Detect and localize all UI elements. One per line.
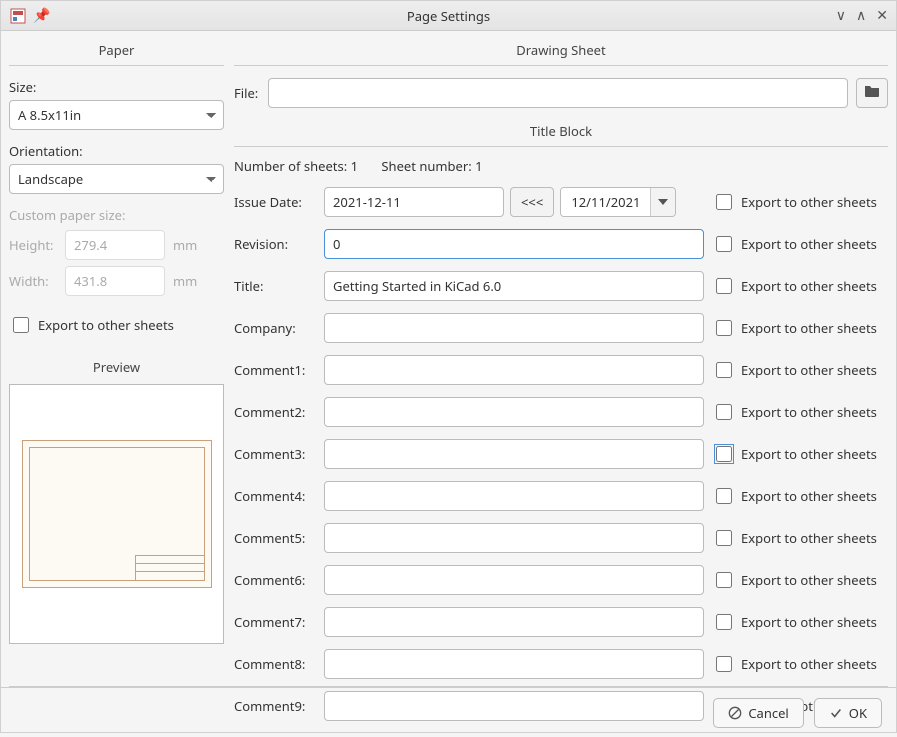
company-export-checkbox[interactable] — [716, 320, 732, 336]
comment2-export-checkbox[interactable] — [716, 404, 732, 420]
titlebar: 📌 Page Settings ∨ ∧ ✕ — [1, 1, 896, 31]
comment9-input[interactable] — [324, 691, 704, 721]
comment4-export-checkbox[interactable] — [716, 488, 732, 504]
paper-header: Paper — [9, 37, 224, 66]
width-input — [65, 266, 165, 296]
revision-input[interactable] — [324, 229, 704, 259]
ok-button[interactable]: OK — [814, 698, 882, 728]
comment2-input[interactable] — [324, 397, 704, 427]
comment1-export-checkbox[interactable] — [716, 362, 732, 378]
comment8-input[interactable] — [324, 649, 704, 679]
comment9-label: Comment9: — [234, 697, 316, 715]
title-input[interactable] — [324, 271, 704, 301]
preview-header: Preview — [9, 358, 224, 376]
height-unit: mm — [173, 236, 201, 254]
date-picker-value: 12/11/2021 — [561, 188, 651, 216]
width-label: Width: — [9, 272, 57, 290]
export-label: Export to other sheets — [741, 319, 877, 337]
comment6-export-checkbox[interactable] — [716, 572, 732, 588]
size-label: Size: — [9, 78, 224, 96]
comment2-label: Comment2: — [234, 403, 316, 421]
company-input[interactable] — [324, 313, 704, 343]
comment7-export-checkbox[interactable] — [716, 614, 732, 630]
title-export-checkbox[interactable] — [716, 278, 732, 294]
comment1-input[interactable] — [324, 355, 704, 385]
issue-date-input[interactable] — [324, 187, 504, 217]
title-block-header: Title Block — [234, 118, 888, 147]
comment4-input[interactable] — [324, 481, 704, 511]
height-label: Height: — [9, 236, 57, 254]
comment3-input[interactable] — [324, 439, 704, 469]
cancel-icon — [728, 706, 742, 720]
export-label: Export to other sheets — [741, 403, 877, 421]
preview-sheet — [22, 440, 212, 588]
title-label: Title: — [234, 277, 316, 295]
chevron-down-icon[interactable] — [651, 188, 675, 216]
height-input — [65, 230, 165, 260]
export-label: Export to other sheets — [741, 235, 877, 253]
check-icon — [829, 706, 843, 720]
comment1-label: Comment1: — [234, 361, 316, 379]
comment5-label: Comment5: — [234, 529, 316, 547]
file-input[interactable] — [268, 78, 848, 108]
drawing-sheet-header: Drawing Sheet — [234, 37, 888, 66]
folder-icon — [864, 84, 880, 103]
size-select[interactable]: A 8.5x11in — [9, 100, 224, 130]
file-label: File: — [234, 84, 260, 102]
comment7-input[interactable] — [324, 607, 704, 637]
revision-export-checkbox[interactable] — [716, 236, 732, 252]
comment8-label: Comment8: — [234, 655, 316, 673]
preview-box — [9, 384, 224, 644]
export-label: Export to other sheets — [741, 529, 877, 547]
orientation-label: Orientation: — [9, 142, 224, 160]
comment3-export-checkbox[interactable] — [716, 446, 732, 462]
issue-date-export-checkbox[interactable] — [716, 194, 732, 210]
export-label: Export to other sheets — [741, 277, 877, 295]
paper-export-label: Export to other sheets — [38, 316, 174, 334]
minimize-icon[interactable]: ∨ — [836, 6, 846, 25]
close-icon[interactable]: ✕ — [876, 6, 888, 25]
sheet-number: Sheet number: 1 — [381, 157, 482, 175]
export-label: Export to other sheets — [741, 571, 877, 589]
comment6-input[interactable] — [324, 565, 704, 595]
export-label: Export to other sheets — [741, 193, 877, 211]
comment7-label: Comment7: — [234, 613, 316, 631]
sheet-info: Number of sheets: 1 Sheet number: 1 — [234, 153, 888, 181]
export-label: Export to other sheets — [741, 487, 877, 505]
date-picker[interactable]: 12/11/2021 — [560, 187, 676, 217]
copy-date-button[interactable]: <<< — [510, 187, 554, 217]
issue-date-label: Issue Date: — [234, 193, 316, 211]
comment3-label: Comment3: — [234, 445, 316, 463]
custom-size-label: Custom paper size: — [9, 206, 224, 224]
comment5-export-checkbox[interactable] — [716, 530, 732, 546]
width-unit: mm — [173, 272, 201, 290]
num-sheets: Number of sheets: 1 — [234, 157, 358, 175]
orientation-select[interactable]: Landscape — [9, 164, 224, 194]
export-label: Export to other sheets — [741, 361, 877, 379]
export-label: Export to other sheets — [741, 613, 877, 631]
company-label: Company: — [234, 319, 316, 337]
app-icon — [9, 7, 27, 25]
cancel-button[interactable]: Cancel — [713, 698, 803, 728]
revision-label: Revision: — [234, 235, 316, 253]
maximize-icon[interactable]: ∧ — [856, 6, 866, 25]
comment4-label: Comment4: — [234, 487, 316, 505]
window-title: Page Settings — [1, 7, 896, 25]
browse-button[interactable] — [856, 78, 888, 108]
comment6-label: Comment6: — [234, 571, 316, 589]
export-label: Export to other sheets — [741, 445, 877, 463]
comment8-export-checkbox[interactable] — [716, 656, 732, 672]
paper-export-checkbox[interactable] — [13, 317, 29, 333]
comment5-input[interactable] — [324, 523, 704, 553]
pin-icon[interactable]: 📌 — [33, 6, 50, 25]
export-label: Export to other sheets — [741, 655, 877, 673]
